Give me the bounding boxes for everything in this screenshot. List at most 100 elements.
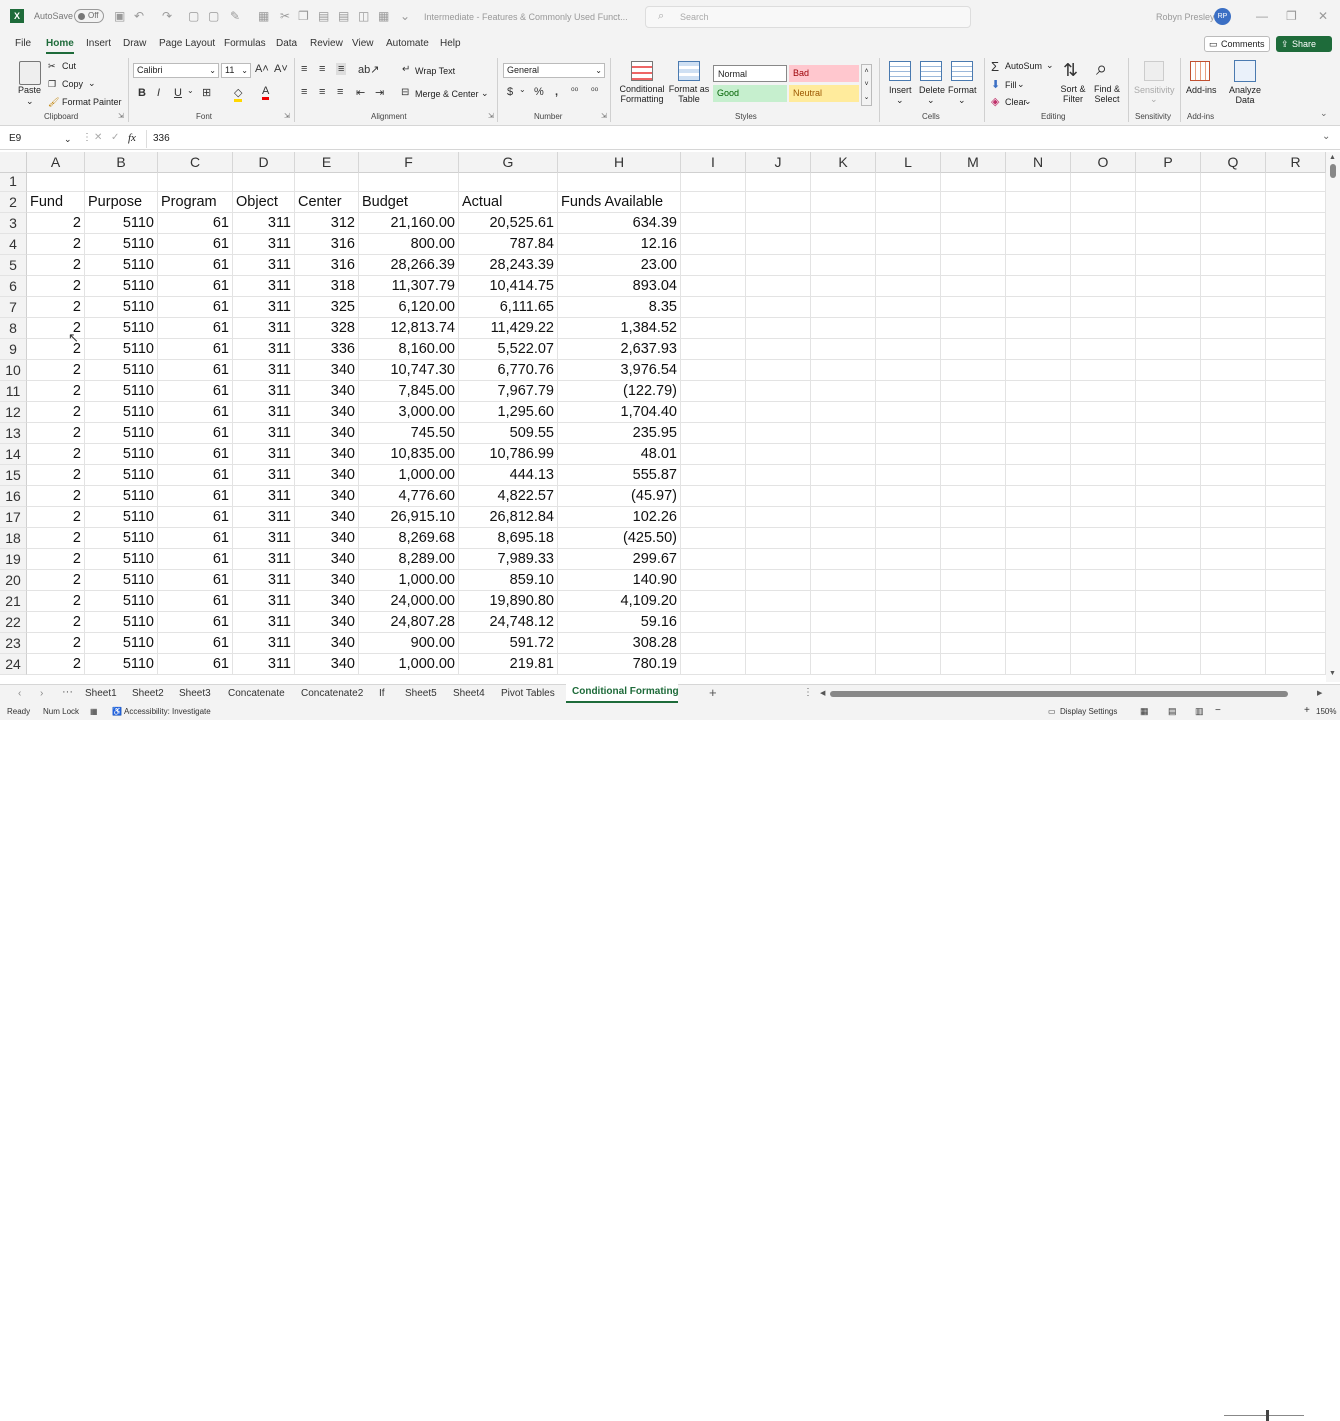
row-header[interactable]: 24 bbox=[0, 654, 27, 675]
empty-cell[interactable] bbox=[681, 465, 746, 486]
vertical-scrollbar[interactable]: ▲ ▼ bbox=[1326, 152, 1340, 682]
table-cell[interactable]: 24,000.00 bbox=[359, 591, 459, 612]
table-cell[interactable]: 11,429.22 bbox=[459, 318, 558, 339]
empty-cell[interactable] bbox=[1201, 465, 1266, 486]
table-cell[interactable]: 340 bbox=[295, 423, 359, 444]
delete-dropdown-icon[interactable]: ⌄ bbox=[927, 95, 935, 105]
empty-cell[interactable] bbox=[1136, 654, 1201, 675]
empty-cell[interactable] bbox=[941, 486, 1006, 507]
column-header[interactable]: R bbox=[1266, 152, 1326, 173]
row-header[interactable]: 1 bbox=[0, 173, 27, 192]
empty-cell[interactable] bbox=[681, 507, 746, 528]
empty-cell[interactable] bbox=[876, 213, 941, 234]
avatar[interactable]: RP bbox=[1214, 8, 1231, 25]
table-cell[interactable]: 235.95 bbox=[558, 423, 681, 444]
increase-decimal-icon[interactable]: ⁰⁰ bbox=[571, 86, 578, 97]
empty-cell[interactable] bbox=[811, 360, 876, 381]
table-cell[interactable]: 5110 bbox=[85, 234, 158, 255]
empty-cell[interactable] bbox=[746, 570, 811, 591]
table-cell[interactable]: 5110 bbox=[85, 339, 158, 360]
column-header[interactable]: E bbox=[295, 152, 359, 173]
column-header[interactable]: N bbox=[1006, 152, 1071, 173]
align-middle-icon[interactable]: ≡ bbox=[319, 63, 325, 75]
empty-cell[interactable] bbox=[1071, 486, 1136, 507]
underline-dropdown-icon[interactable]: ⌄ bbox=[187, 86, 194, 95]
table-cell[interactable]: 311 bbox=[233, 318, 295, 339]
empty-cell[interactable] bbox=[1201, 318, 1266, 339]
table-cell[interactable]: 61 bbox=[158, 339, 233, 360]
table-cell[interactable]: 5110 bbox=[85, 213, 158, 234]
table-cell[interactable]: 328 bbox=[295, 318, 359, 339]
table-cell[interactable]: 23.00 bbox=[558, 255, 681, 276]
autosum-button[interactable]: AutoSum bbox=[1005, 61, 1042, 71]
insert-function-icon[interactable]: fx bbox=[128, 132, 136, 144]
new-file-icon[interactable]: ▢ bbox=[188, 9, 199, 23]
column-header[interactable]: I bbox=[681, 152, 746, 173]
empty-cell[interactable] bbox=[811, 612, 876, 633]
table-cell[interactable]: 10,835.00 bbox=[359, 444, 459, 465]
row-header[interactable]: 5 bbox=[0, 255, 27, 276]
empty-cell[interactable] bbox=[1006, 360, 1071, 381]
table-cell[interactable]: 3,976.54 bbox=[558, 360, 681, 381]
zoom-slider[interactable] bbox=[1224, 1415, 1304, 1416]
empty-cell[interactable] bbox=[941, 213, 1006, 234]
bold-icon[interactable]: B bbox=[138, 87, 146, 99]
table-cell[interactable]: 2 bbox=[27, 381, 85, 402]
format-dropdown-icon[interactable]: ⌄ bbox=[958, 95, 966, 105]
empty-cell[interactable] bbox=[158, 173, 233, 192]
table-cell[interactable]: 311 bbox=[233, 381, 295, 402]
sheet-tab[interactable]: Sheet4 bbox=[453, 688, 485, 699]
empty-cell[interactable] bbox=[876, 339, 941, 360]
table-cell[interactable]: 311 bbox=[233, 591, 295, 612]
empty-cell[interactable] bbox=[681, 255, 746, 276]
empty-cell[interactable] bbox=[876, 612, 941, 633]
table-cell[interactable]: 555.87 bbox=[558, 465, 681, 486]
empty-cell[interactable] bbox=[1136, 633, 1201, 654]
decrease-indent-icon[interactable]: ⇤ bbox=[356, 86, 365, 99]
table-cell[interactable]: 1,295.60 bbox=[459, 402, 558, 423]
customize-icon[interactable]: ⌄ bbox=[400, 9, 410, 23]
empty-cell[interactable] bbox=[746, 192, 811, 213]
table-cell[interactable]: 340 bbox=[295, 402, 359, 423]
format-cells-icon[interactable] bbox=[951, 61, 973, 81]
empty-cell[interactable] bbox=[681, 423, 746, 444]
empty-cell[interactable] bbox=[811, 276, 876, 297]
empty-cell[interactable] bbox=[1006, 423, 1071, 444]
empty-cell[interactable] bbox=[746, 465, 811, 486]
header-cell[interactable]: Budget bbox=[359, 192, 459, 213]
table-cell[interactable]: 1,704.40 bbox=[558, 402, 681, 423]
empty-cell[interactable] bbox=[681, 528, 746, 549]
table-cell[interactable]: 311 bbox=[233, 444, 295, 465]
empty-cell[interactable] bbox=[1006, 213, 1071, 234]
empty-cell[interactable] bbox=[876, 633, 941, 654]
table-cell[interactable]: 5110 bbox=[85, 465, 158, 486]
empty-cell[interactable] bbox=[1006, 549, 1071, 570]
column-header[interactable]: O bbox=[1071, 152, 1136, 173]
column-header[interactable]: D bbox=[233, 152, 295, 173]
empty-cell[interactable] bbox=[295, 173, 359, 192]
header-cell[interactable]: Actual bbox=[459, 192, 558, 213]
table-cell[interactable]: 2 bbox=[27, 486, 85, 507]
style-bad[interactable]: Bad bbox=[789, 65, 859, 82]
name-box[interactable]: E9 ⌄ bbox=[6, 131, 76, 147]
table-cell[interactable]: 48.01 bbox=[558, 444, 681, 465]
table-cell[interactable]: 5110 bbox=[85, 549, 158, 570]
empty-cell[interactable] bbox=[811, 297, 876, 318]
empty-cell[interactable] bbox=[1201, 423, 1266, 444]
table-cell[interactable]: 6,111.65 bbox=[459, 297, 558, 318]
italic-icon[interactable]: I bbox=[157, 87, 160, 99]
styles-scroll[interactable]: ˄ ˅ ⌄ bbox=[861, 64, 872, 106]
row-header[interactable]: 21 bbox=[0, 591, 27, 612]
add-ins-icon[interactable] bbox=[1190, 61, 1210, 81]
table-cell[interactable]: 311 bbox=[233, 339, 295, 360]
empty-cell[interactable] bbox=[941, 528, 1006, 549]
sort-filter-button[interactable]: Sort & Filter bbox=[1058, 84, 1088, 104]
empty-cell[interactable] bbox=[681, 570, 746, 591]
empty-cell[interactable] bbox=[811, 486, 876, 507]
empty-cell[interactable] bbox=[1201, 591, 1266, 612]
empty-cell[interactable] bbox=[1201, 507, 1266, 528]
empty-cell[interactable] bbox=[681, 612, 746, 633]
table-cell[interactable]: 2 bbox=[27, 633, 85, 654]
table-cell[interactable]: 2 bbox=[27, 360, 85, 381]
table-cell[interactable]: 59.16 bbox=[558, 612, 681, 633]
